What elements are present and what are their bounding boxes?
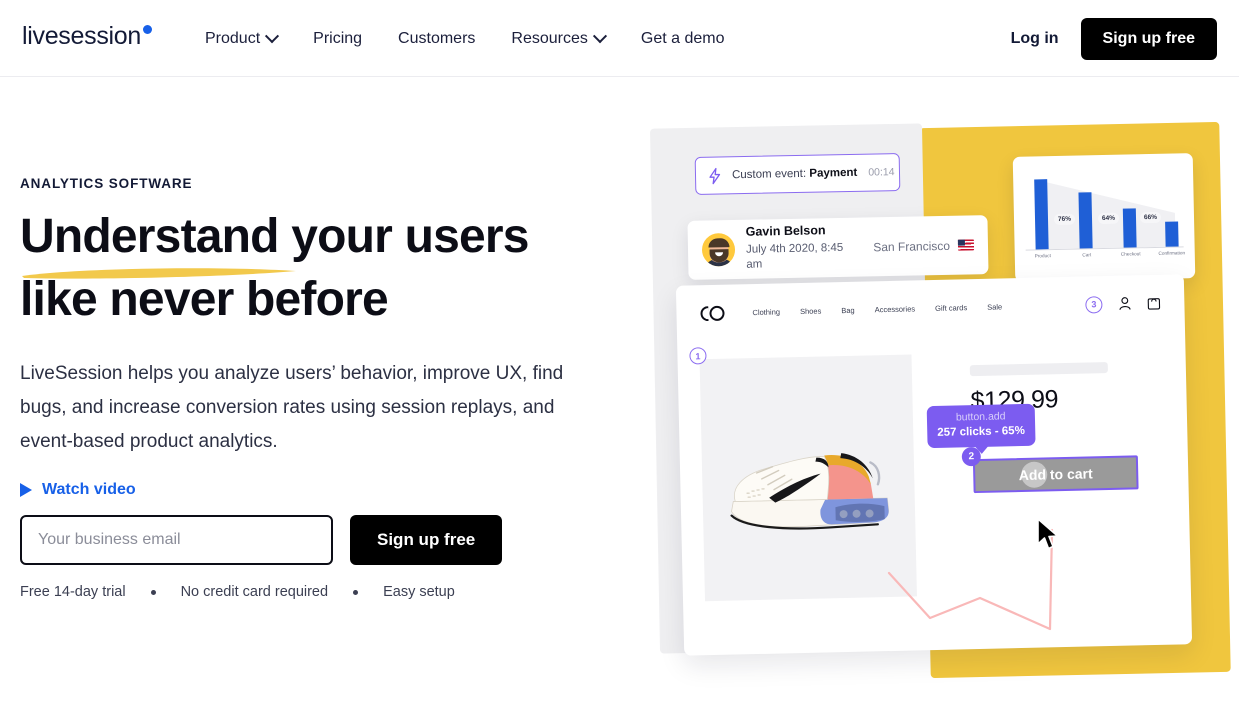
us-flag-icon bbox=[957, 239, 975, 251]
x-label-confirmation: Confirmation bbox=[1158, 250, 1186, 256]
bar-confirmation bbox=[1165, 221, 1179, 247]
shop-link-shoes[interactable]: Shoes bbox=[800, 306, 821, 315]
hero-subheadline: LiveSession helps you analyze users’ beh… bbox=[20, 363, 564, 452]
avatar-hair bbox=[707, 238, 729, 248]
bar-checkout bbox=[1122, 208, 1137, 248]
avatar bbox=[701, 232, 736, 267]
click-ripple-indicator bbox=[1020, 461, 1048, 489]
nav-item-pricing-label: Pricing bbox=[313, 30, 363, 47]
product-title-placeholder bbox=[969, 362, 1108, 377]
logo-wordmark: livesession bbox=[22, 22, 141, 50]
yellow-underline-icon bbox=[22, 268, 296, 279]
shop-logo-icon[interactable] bbox=[700, 305, 725, 321]
headline-part-1: Understand bbox=[20, 210, 280, 263]
funnel-pct-2: 64% bbox=[1097, 212, 1120, 225]
tooltip-click-stats: 257 clicks - 65% bbox=[937, 424, 1025, 439]
hero-signup-free-button[interactable]: Sign up free bbox=[350, 515, 503, 565]
shop-mockup-card: Clothing Shoes Bag Accessories Gift card… bbox=[675, 274, 1193, 656]
nav-item-customers-label: Customers bbox=[398, 30, 476, 47]
session-user-location: San Francisco bbox=[873, 238, 975, 254]
signup-free-nav-button[interactable]: Sign up free bbox=[1080, 17, 1217, 60]
custom-event-name: Payment bbox=[809, 166, 858, 180]
play-icon bbox=[20, 483, 32, 497]
business-email-input[interactable] bbox=[20, 515, 333, 565]
funnel-pct-3: 66% bbox=[1139, 211, 1162, 224]
x-label-checkout: Checkout bbox=[1120, 251, 1141, 257]
hero-copy: ANALYTICS SOFTWARE Understand your users… bbox=[20, 176, 620, 502]
custom-event-prefix: Custom event: bbox=[731, 167, 807, 182]
shop-logo-c bbox=[700, 305, 709, 321]
nav-item-get-a-demo-label: Get a demo bbox=[640, 30, 725, 47]
bar-product bbox=[1034, 179, 1049, 250]
custom-event-text: Custom event: Payment bbox=[732, 167, 858, 181]
nav-item-get-a-demo[interactable]: Get a demo bbox=[623, 0, 743, 77]
hero-perks-list: Free 14-day trial No credit card require… bbox=[20, 584, 455, 600]
nav-item-product[interactable]: Product bbox=[205, 0, 295, 77]
nav-actions: Log in Sign up free bbox=[1011, 0, 1217, 77]
hero-illustration: Custom event: Payment 00:14 Gavin Belson… bbox=[640, 110, 1239, 710]
step-badge-3: 3 bbox=[1085, 295, 1103, 314]
shop-nav-icons: 3 bbox=[1085, 294, 1161, 314]
perk-separator-dot bbox=[353, 589, 359, 595]
nav-item-product-label: Product bbox=[205, 30, 261, 47]
hero-signup-form: Sign up free bbox=[20, 515, 503, 565]
shop-link-accessories[interactable]: Accessories bbox=[875, 304, 916, 314]
session-user-meta: Gavin Belson July 4th 2020, 8:45 am bbox=[746, 223, 863, 274]
shop-nav-links: Clothing Shoes Bag Accessories Gift card… bbox=[752, 302, 1002, 317]
mouse-cursor-icon bbox=[1037, 518, 1059, 550]
nav-item-customers[interactable]: Customers bbox=[380, 0, 493, 77]
shop-link-clothing[interactable]: Clothing bbox=[752, 307, 780, 317]
user-account-icon[interactable] bbox=[1118, 296, 1131, 310]
funnel-pct-1: 76% bbox=[1053, 213, 1076, 226]
session-user-card: Gavin Belson July 4th 2020, 8:45 am San … bbox=[687, 215, 989, 280]
chevron-down-icon bbox=[265, 28, 280, 43]
watch-video-link[interactable]: Watch video bbox=[20, 481, 136, 499]
shop-link-gift-cards[interactable]: Gift cards bbox=[935, 303, 967, 313]
lightning-bolt-icon bbox=[709, 167, 721, 184]
shop-logo-o bbox=[709, 305, 725, 321]
funnel-chart-plot: 76% 64% 66% bbox=[1023, 165, 1184, 251]
headline-part-2: your users bbox=[278, 210, 529, 263]
headline-highlight: Understand bbox=[20, 205, 296, 279]
perk-no-credit-card: No credit card required bbox=[180, 584, 329, 600]
logo-dot-icon bbox=[142, 25, 152, 34]
primary-nav-links: Product Pricing Customers Resources Get … bbox=[205, 0, 743, 77]
session-user-date: July 4th 2020, 8:45 am bbox=[745, 241, 844, 272]
funnel-chart-card: 76% 64% 66% Product Cart Checkout Confir… bbox=[1012, 153, 1196, 282]
perk-separator-dot bbox=[150, 589, 156, 595]
session-user-city: San Francisco bbox=[873, 238, 951, 254]
x-label-cart: Cart bbox=[1082, 252, 1092, 258]
shop-navbar: Clothing Shoes Bag Accessories Gift card… bbox=[676, 274, 1185, 342]
nav-item-resources[interactable]: Resources bbox=[493, 0, 622, 77]
perk-easy-setup: Easy setup bbox=[383, 584, 455, 600]
livesession-logo[interactable]: livesession bbox=[22, 24, 152, 49]
page-title: Understand your users like never before bbox=[20, 205, 620, 331]
shop-link-bag[interactable]: Bag bbox=[841, 305, 855, 314]
top-navigation-bar: livesession Product Pricing Customers Re… bbox=[0, 0, 1239, 77]
watch-video-label: Watch video bbox=[42, 481, 136, 498]
x-label-product: Product bbox=[1034, 253, 1051, 259]
chevron-down-icon bbox=[592, 28, 607, 43]
funnel-x-axis-labels: Product Cart Checkout Confirmation bbox=[1026, 250, 1186, 267]
heatmap-tooltip: button.add 257 clicks - 65% bbox=[926, 403, 1036, 455]
shopping-bag-icon[interactable] bbox=[1147, 296, 1161, 310]
perk-free-trial: Free 14-day trial bbox=[20, 584, 126, 600]
add-to-cart-button[interactable]: Add to cart bbox=[972, 455, 1139, 494]
custom-event-timestamp: 00:14 bbox=[868, 166, 895, 179]
bar-cart bbox=[1078, 192, 1093, 249]
sneaker-icon bbox=[730, 452, 889, 530]
funnel-chart: 76% 64% 66% Product Cart Checkout Confir… bbox=[1023, 165, 1186, 273]
session-user-name: Gavin Belson bbox=[745, 223, 826, 239]
nav-item-pricing[interactable]: Pricing bbox=[295, 0, 380, 77]
product-image bbox=[699, 354, 917, 602]
nav-item-resources-label: Resources bbox=[511, 30, 588, 47]
shop-link-sale[interactable]: Sale bbox=[987, 302, 1002, 311]
hero-eyebrow: ANALYTICS SOFTWARE bbox=[20, 176, 193, 191]
custom-event-card: Custom event: Payment 00:14 bbox=[694, 153, 901, 195]
login-link[interactable]: Log in bbox=[1011, 30, 1059, 48]
